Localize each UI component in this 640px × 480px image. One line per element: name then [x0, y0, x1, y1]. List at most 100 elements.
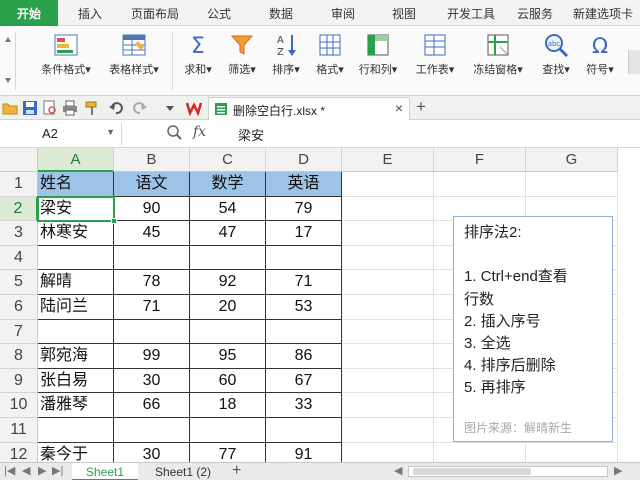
table-cell[interactable]: 潘雅琴	[38, 393, 114, 418]
tab-home[interactable]: 开始	[0, 0, 58, 26]
table-cell[interactable]	[266, 418, 342, 443]
format-painter-icon[interactable]	[84, 100, 100, 116]
print-icon[interactable]	[62, 100, 78, 116]
column-header-d[interactable]: D	[266, 148, 342, 172]
table-cell[interactable]: 79	[266, 196, 342, 222]
table-cell[interactable]: 67	[266, 368, 342, 394]
row-column-button[interactable]: 行和列▾	[354, 32, 402, 77]
row-header-1[interactable]: 1	[0, 172, 38, 197]
table-cell[interactable]: 71	[114, 295, 190, 320]
print-preview-icon[interactable]	[42, 100, 58, 116]
scroll-right-icon[interactable]: ▶	[614, 464, 622, 477]
note-textbox[interactable]: 排序法2: 1. Ctrl+end查看 行数 2. 插入序号 3. 全选 4. 排序后删除…	[453, 216, 613, 442]
select-all-corner[interactable]	[0, 148, 38, 172]
table-cell[interactable]	[114, 245, 190, 271]
name-box[interactable]: A2 ▼	[0, 123, 122, 145]
table-cell[interactable]	[342, 270, 434, 295]
table-cell[interactable]: 66	[114, 393, 190, 418]
table-header-cell[interactable]: 英语	[266, 172, 342, 197]
table-cell[interactable]	[266, 319, 342, 345]
table-cell[interactable]: 45	[114, 221, 190, 246]
table-cell[interactable]	[190, 418, 266, 443]
fill-handle[interactable]	[111, 218, 117, 225]
find-button[interactable]: abc 查找▾	[536, 32, 576, 77]
sheet-tab-2[interactable]: Sheet1 (2)	[142, 463, 224, 480]
table-cell[interactable]	[342, 442, 434, 462]
document-tab[interactable]: 删除空白行.xlsx * ×	[208, 97, 410, 120]
symbol-button[interactable]: Ω 符号▾	[580, 32, 620, 77]
table-cell[interactable]: 77	[190, 442, 266, 462]
table-cell[interactable]: 张白易	[38, 368, 114, 394]
filter-button[interactable]: 筛选▾	[222, 32, 262, 77]
tab-developer[interactable]: 开发工具	[440, 0, 502, 26]
table-cell[interactable]: 18	[190, 393, 266, 418]
table-cell[interactable]: 30	[114, 368, 190, 394]
table-cell[interactable]	[38, 319, 114, 345]
freeze-panes-button[interactable]: 冻结窗格▾	[466, 32, 530, 77]
table-cell[interactable]	[190, 319, 266, 345]
row-header-7[interactable]: 7	[0, 319, 38, 345]
row-header-4[interactable]: 4	[0, 245, 38, 271]
table-header-cell[interactable]: 数学	[190, 172, 266, 197]
tab-page-layout[interactable]: 页面布局	[122, 0, 188, 26]
table-header-cell[interactable]	[434, 172, 526, 197]
zoom-magnifier-icon[interactable]	[166, 124, 182, 140]
table-cell[interactable]	[342, 368, 434, 394]
table-cell[interactable]: 林寒安	[38, 221, 114, 246]
column-header-b[interactable]: B	[114, 148, 190, 172]
table-cell[interactable]	[342, 418, 434, 443]
table-header-cell[interactable]: 语文	[114, 172, 190, 197]
redo-icon[interactable]	[132, 100, 148, 116]
customize-dropdown-icon[interactable]	[162, 100, 178, 116]
tab-insert[interactable]: 插入	[62, 0, 118, 26]
tab-review[interactable]: 审阅	[316, 0, 370, 26]
ribbon-overflow-edge[interactable]	[628, 50, 640, 74]
tab-formulas[interactable]: 公式	[192, 0, 246, 26]
table-cell[interactable]	[342, 196, 434, 222]
insert-function-button[interactable]: fx	[193, 124, 206, 140]
column-header-e[interactable]: E	[342, 148, 434, 172]
table-cell[interactable]	[526, 442, 618, 462]
table-cell[interactable]: 60	[190, 368, 266, 394]
table-cell[interactable]	[342, 319, 434, 345]
row-header-8[interactable]: 8	[0, 344, 38, 369]
conditional-format-button[interactable]: 条件格式▾	[34, 32, 98, 77]
table-cell[interactable]: 30	[114, 442, 190, 462]
scroll-left-icon[interactable]: ◀	[394, 464, 402, 477]
tab-new[interactable]: 新建选项卡	[566, 0, 640, 26]
table-cell[interactable]: 33	[266, 393, 342, 418]
row-header-10[interactable]: 10	[0, 393, 38, 418]
table-cell[interactable]: 95	[190, 344, 266, 369]
close-tab-button[interactable]: ×	[395, 100, 403, 116]
table-header-cell[interactable]	[526, 172, 618, 197]
table-cell[interactable]	[38, 418, 114, 443]
row-header-12[interactable]: 12	[0, 442, 38, 462]
table-cell[interactable]: 秦今于	[38, 442, 114, 462]
table-cell[interactable]: 郭宛海	[38, 344, 114, 369]
column-header-c[interactable]: C	[190, 148, 266, 172]
table-cell[interactable]: 陆问兰	[38, 295, 114, 320]
table-cell[interactable]: 92	[190, 270, 266, 295]
sort-button[interactable]: A Z 排序▾	[266, 32, 306, 77]
sheet-tab-1[interactable]: Sheet1	[72, 463, 138, 480]
table-style-button[interactable]: 表格样式▾	[102, 32, 166, 77]
table-cell[interactable]: 90	[114, 196, 190, 222]
chevron-down-icon[interactable]: ▼	[106, 127, 115, 137]
undo-icon[interactable]	[108, 100, 124, 116]
spreadsheet-grid[interactable]: A B C D E F G 1 2 3 4 5 6 7 8 9 10 11 12 姓名 语文 数学 英语 梁安 90 54 79 林寒…	[0, 148, 640, 462]
row-header-5[interactable]: 5	[0, 270, 38, 295]
table-cell[interactable]	[114, 319, 190, 345]
column-header-g[interactable]: G	[526, 148, 618, 172]
new-tab-button[interactable]: +	[416, 97, 426, 117]
table-cell[interactable]: 53	[266, 295, 342, 320]
column-header-f[interactable]: F	[434, 148, 526, 172]
row-header-9[interactable]: 9	[0, 368, 38, 394]
sum-button[interactable]: Σ 求和▾	[178, 32, 218, 77]
table-cell[interactable]: 20	[190, 295, 266, 320]
horizontal-scrollbar[interactable]	[408, 466, 608, 477]
last-sheet-icon[interactable]: ▶|	[52, 464, 63, 477]
table-cell[interactable]: 17	[266, 221, 342, 246]
table-cell[interactable]: 86	[266, 344, 342, 369]
next-sheet-icon[interactable]: ▶	[38, 464, 46, 477]
table-cell[interactable]	[342, 245, 434, 271]
